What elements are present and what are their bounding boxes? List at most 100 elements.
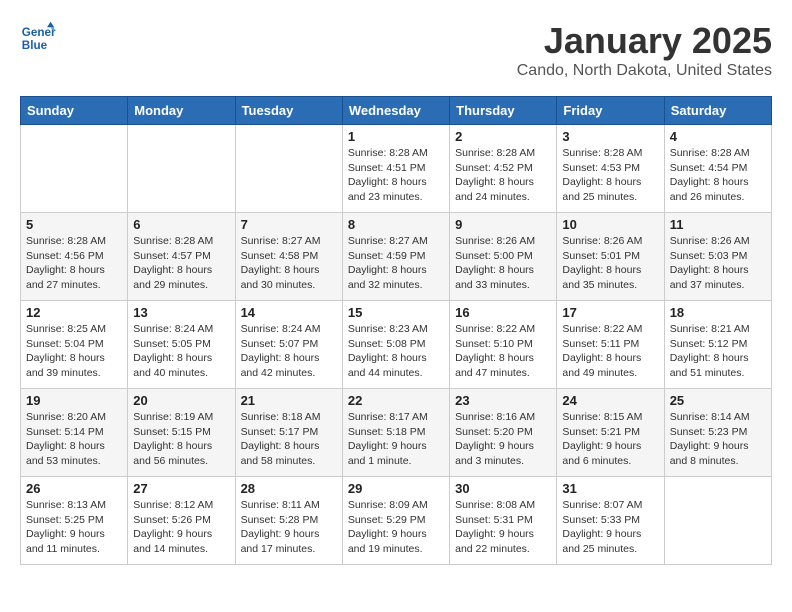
logo: General Blue — [20, 20, 56, 56]
day-number: 11 — [670, 217, 766, 232]
calendar-cell: 12Sunrise: 8:25 AM Sunset: 5:04 PM Dayli… — [21, 301, 128, 389]
day-info: Sunrise: 8:28 AM Sunset: 4:57 PM Dayligh… — [133, 234, 229, 293]
day-number: 27 — [133, 481, 229, 496]
calendar-cell: 24Sunrise: 8:15 AM Sunset: 5:21 PM Dayli… — [557, 389, 664, 477]
weekday-header: Sunday — [21, 97, 128, 125]
calendar-cell: 14 Sunrise: 8:24 AM Sunset: 5:07 PM Dayli… — [235, 301, 342, 389]
svg-text:Blue: Blue — [22, 39, 48, 52]
calendar-cell: 5 Sunrise: 8:28 AM Sunset: 4:56 PM Daylig… — [21, 213, 128, 301]
calendar-week-row: 5 Sunrise: 8:28 AM Sunset: 4:56 PM Daylig… — [21, 213, 772, 301]
weekday-header: Friday — [557, 97, 664, 125]
day-number: 25 — [670, 393, 766, 408]
day-info: Sunrise: 8:07 AM Sunset: 5:33 PM Dayligh… — [562, 498, 658, 557]
day-info: Sunrise: 8:27 AM Sunset: 4:59 PM Dayligh… — [348, 234, 444, 293]
day-number: 21 — [241, 393, 337, 408]
calendar-cell: 2 Sunrise: 8:28 AM Sunset: 4:52 PM Daylig… — [450, 125, 557, 213]
day-info: Sunrise: 8:26 AM Sunset: 5:01 PM Dayligh… — [562, 234, 658, 293]
calendar-week-row: 1 Sunrise: 8:28 AM Sunset: 4:51 PM Daylig… — [21, 125, 772, 213]
calendar-cell: 19Sunrise: 8:20 AM Sunset: 5:14 PM Dayli… — [21, 389, 128, 477]
weekday-header: Saturday — [664, 97, 771, 125]
day-info: Sunrise: 8:28 AM Sunset: 4:51 PM Dayligh… — [348, 146, 444, 205]
weekday-header: Wednesday — [342, 97, 449, 125]
calendar-cell — [21, 125, 128, 213]
day-number: 16 — [455, 305, 551, 320]
day-info: Sunrise: 8:14 AM Sunset: 5:23 PM Dayligh… — [670, 410, 766, 469]
day-info: Sunrise: 8:28 AM Sunset: 4:53 PM Dayligh… — [562, 146, 658, 205]
day-number: 26 — [26, 481, 122, 496]
day-info: Sunrise: 8:28 AM Sunset: 4:54 PM Dayligh… — [670, 146, 766, 205]
calendar-cell: 30Sunrise: 8:08 AM Sunset: 5:31 PM Dayli… — [450, 477, 557, 565]
day-number: 6 — [133, 217, 229, 232]
day-number: 20 — [133, 393, 229, 408]
weekday-header: Thursday — [450, 97, 557, 125]
calendar-cell: 17Sunrise: 8:22 AM Sunset: 5:11 PM Dayli… — [557, 301, 664, 389]
calendar-cell: 23Sunrise: 8:16 AM Sunset: 5:20 PM Dayli… — [450, 389, 557, 477]
day-info: Sunrise: 8:26 AM Sunset: 5:03 PM Dayligh… — [670, 234, 766, 293]
day-number: 18 — [670, 305, 766, 320]
day-number: 19 — [26, 393, 122, 408]
day-info: Sunrise: 8:22 AM Sunset: 5:11 PM Dayligh… — [562, 322, 658, 381]
calendar-cell: 7 Sunrise: 8:27 AM Sunset: 4:58 PM Daylig… — [235, 213, 342, 301]
calendar-cell: 26Sunrise: 8:13 AM Sunset: 5:25 PM Dayli… — [21, 477, 128, 565]
day-info: Sunrise: 8:27 AM Sunset: 4:58 PM Dayligh… — [241, 234, 337, 293]
day-number: 7 — [241, 217, 337, 232]
day-number: 9 — [455, 217, 551, 232]
calendar-cell: 20 Sunrise: 8:19 AM Sunset: 5:15 PM Dayli… — [128, 389, 235, 477]
calendar-cell: 3Sunrise: 8:28 AM Sunset: 4:53 PM Daylig… — [557, 125, 664, 213]
day-info: Sunrise: 8:28 AM Sunset: 4:56 PM Dayligh… — [26, 234, 122, 293]
calendar-cell: 16 Sunrise: 8:22 AM Sunset: 5:10 PM Dayli… — [450, 301, 557, 389]
day-number: 13 — [133, 305, 229, 320]
weekday-header: Tuesday — [235, 97, 342, 125]
page-header: General Blue January 2025 Cando, North D… — [20, 20, 772, 80]
calendar-week-row: 19Sunrise: 8:20 AM Sunset: 5:14 PM Dayli… — [21, 389, 772, 477]
day-info: Sunrise: 8:18 AM Sunset: 5:17 PM Dayligh… — [241, 410, 337, 469]
day-info: Sunrise: 8:24 AM Sunset: 5:05 PM Dayligh… — [133, 322, 229, 381]
day-number: 4 — [670, 129, 766, 144]
calendar-week-row: 26Sunrise: 8:13 AM Sunset: 5:25 PM Dayli… — [21, 477, 772, 565]
calendar-cell: 10 Sunrise: 8:26 AM Sunset: 5:01 PM Dayli… — [557, 213, 664, 301]
day-number: 31 — [562, 481, 658, 496]
calendar-cell: 27 Sunrise: 8:12 AM Sunset: 5:26 PM Dayli… — [128, 477, 235, 565]
day-info: Sunrise: 8:23 AM Sunset: 5:08 PM Dayligh… — [348, 322, 444, 381]
day-info: Sunrise: 8:24 AM Sunset: 5:07 PM Dayligh… — [241, 322, 337, 381]
day-info: Sunrise: 8:19 AM Sunset: 5:15 PM Dayligh… — [133, 410, 229, 469]
calendar-cell: 31 Sunrise: 8:07 AM Sunset: 5:33 PM Dayli… — [557, 477, 664, 565]
day-number: 5 — [26, 217, 122, 232]
day-info: Sunrise: 8:12 AM Sunset: 5:26 PM Dayligh… — [133, 498, 229, 557]
calendar-title: January 2025 — [517, 20, 772, 62]
day-number: 15 — [348, 305, 444, 320]
day-number: 10 — [562, 217, 658, 232]
calendar-cell — [664, 477, 771, 565]
day-info: Sunrise: 8:16 AM Sunset: 5:20 PM Dayligh… — [455, 410, 551, 469]
calendar-cell: 15 Sunrise: 8:23 AM Sunset: 5:08 PM Dayli… — [342, 301, 449, 389]
day-number: 2 — [455, 129, 551, 144]
day-info: Sunrise: 8:17 AM Sunset: 5:18 PM Dayligh… — [348, 410, 444, 469]
day-info: Sunrise: 8:15 AM Sunset: 5:21 PM Dayligh… — [562, 410, 658, 469]
calendar-week-row: 12Sunrise: 8:25 AM Sunset: 5:04 PM Dayli… — [21, 301, 772, 389]
weekday-header-row: SundayMondayTuesdayWednesdayThursdayFrid… — [21, 97, 772, 125]
calendar-cell: 4 Sunrise: 8:28 AM Sunset: 4:54 PM Daylig… — [664, 125, 771, 213]
day-info: Sunrise: 8:26 AM Sunset: 5:00 PM Dayligh… — [455, 234, 551, 293]
day-number: 29 — [348, 481, 444, 496]
calendar-cell: 25 Sunrise: 8:14 AM Sunset: 5:23 PM Dayli… — [664, 389, 771, 477]
calendar-cell: 8Sunrise: 8:27 AM Sunset: 4:59 PM Daylig… — [342, 213, 449, 301]
day-info: Sunrise: 8:08 AM Sunset: 5:31 PM Dayligh… — [455, 498, 551, 557]
day-number: 14 — [241, 305, 337, 320]
title-block: January 2025 Cando, North Dakota, United… — [517, 20, 772, 80]
calendar-cell: 11 Sunrise: 8:26 AM Sunset: 5:03 PM Dayli… — [664, 213, 771, 301]
day-number: 28 — [241, 481, 337, 496]
calendar-cell: 28 Sunrise: 8:11 AM Sunset: 5:28 PM Dayli… — [235, 477, 342, 565]
calendar-table: SundayMondayTuesdayWednesdayThursdayFrid… — [20, 96, 772, 565]
calendar-cell — [128, 125, 235, 213]
calendar-subtitle: Cando, North Dakota, United States — [517, 62, 772, 80]
day-info: Sunrise: 8:28 AM Sunset: 4:52 PM Dayligh… — [455, 146, 551, 205]
day-number: 1 — [348, 129, 444, 144]
calendar-cell: 13 Sunrise: 8:24 AM Sunset: 5:05 PM Dayli… — [128, 301, 235, 389]
calendar-cell: 6 Sunrise: 8:28 AM Sunset: 4:57 PM Daylig… — [128, 213, 235, 301]
weekday-header: Monday — [128, 97, 235, 125]
calendar-cell: 22Sunrise: 8:17 AM Sunset: 5:18 PM Dayli… — [342, 389, 449, 477]
calendar-cell: 29 Sunrise: 8:09 AM Sunset: 5:29 PM Dayli… — [342, 477, 449, 565]
day-info: Sunrise: 8:09 AM Sunset: 5:29 PM Dayligh… — [348, 498, 444, 557]
day-info: Sunrise: 8:11 AM Sunset: 5:28 PM Dayligh… — [241, 498, 337, 557]
day-info: Sunrise: 8:22 AM Sunset: 5:10 PM Dayligh… — [455, 322, 551, 381]
